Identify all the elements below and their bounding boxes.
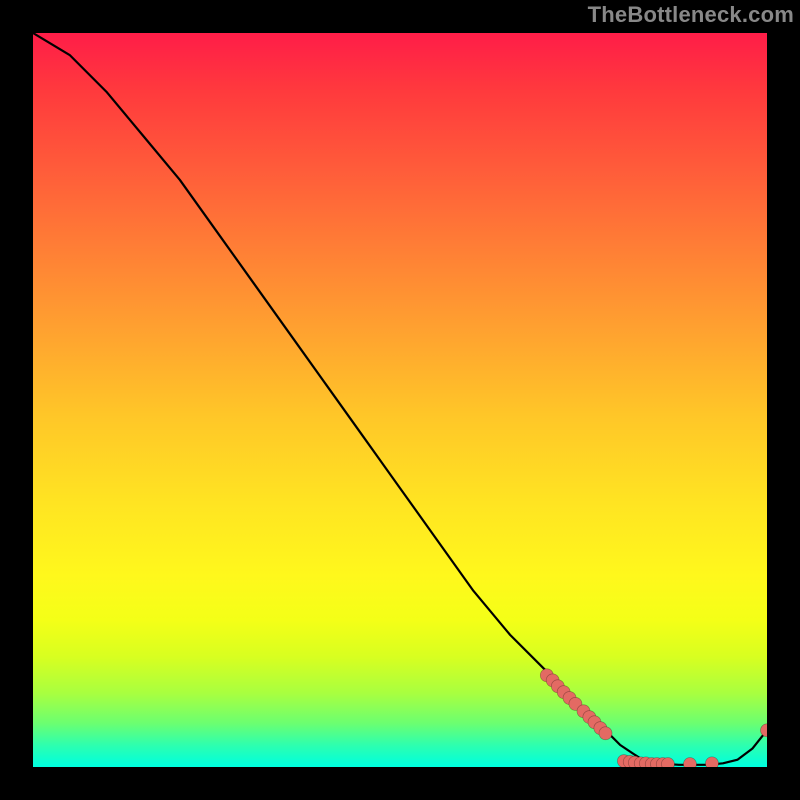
plot-area: [33, 33, 767, 767]
marker-dot: [705, 757, 718, 767]
chart-svg: [33, 33, 767, 767]
marker-dots: [540, 669, 767, 767]
marker-dot: [599, 727, 612, 740]
watermark-text: TheBottleneck.com: [588, 2, 794, 28]
marker-dot: [761, 724, 768, 737]
bottleneck-curve: [33, 33, 767, 765]
marker-dot: [683, 758, 696, 767]
chart-container: TheBottleneck.com: [0, 0, 800, 800]
marker-dot: [661, 758, 674, 767]
